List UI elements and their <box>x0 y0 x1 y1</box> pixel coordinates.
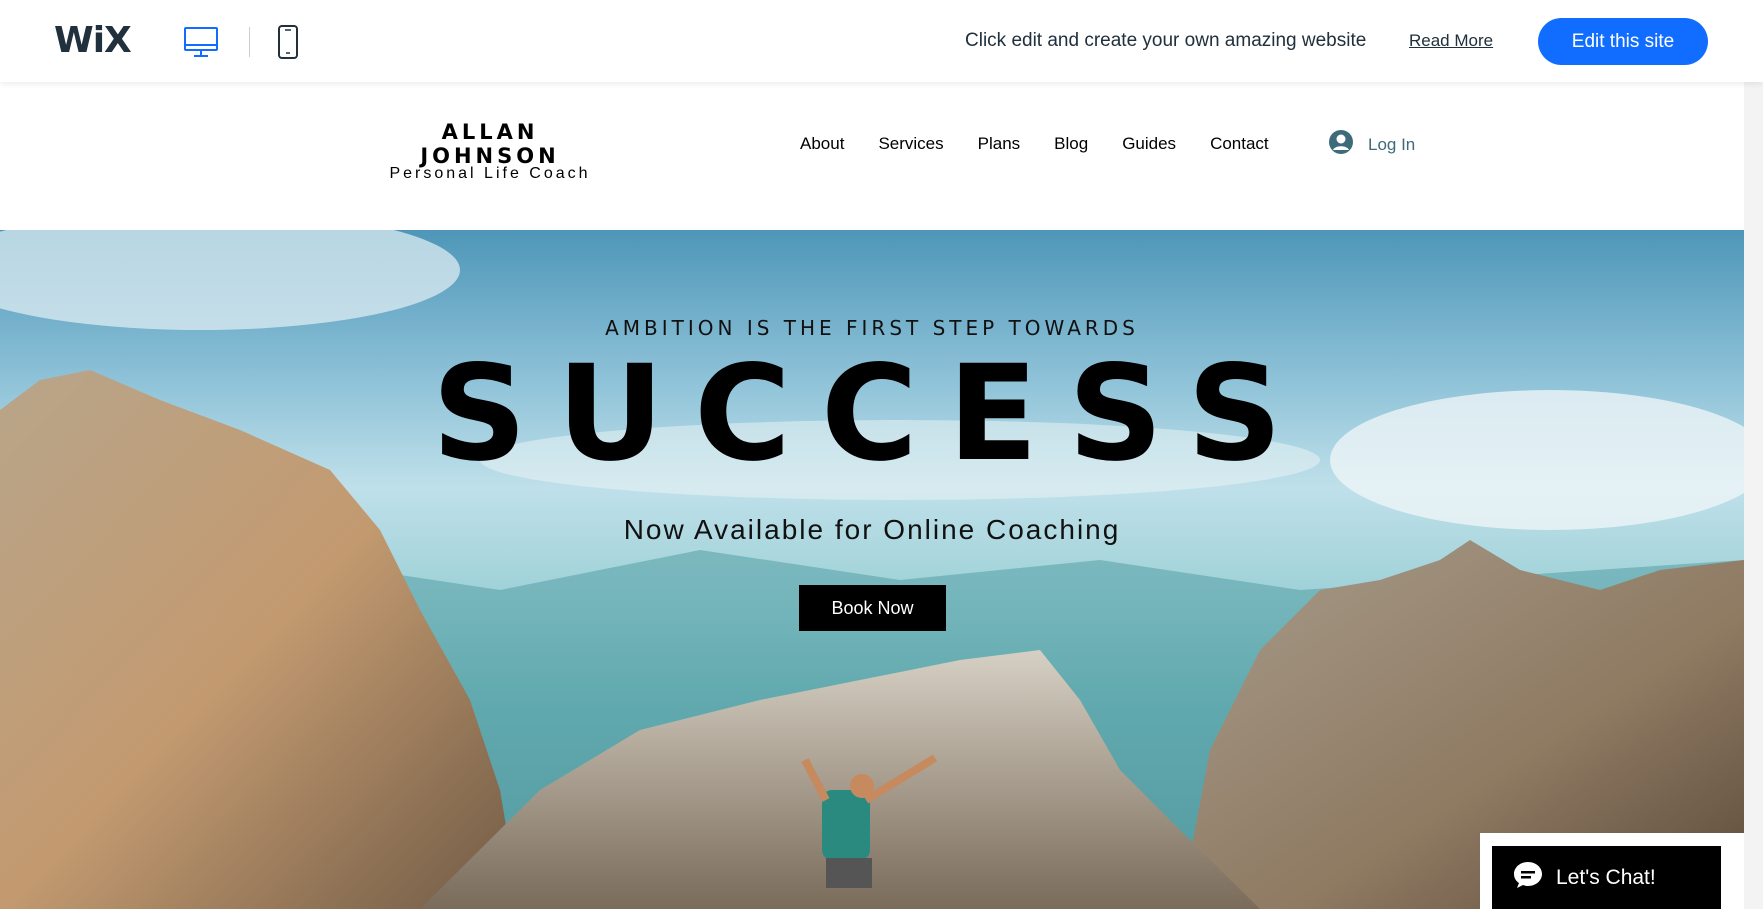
wix-top-bar: WiX Click edit and create your own amazi… <box>0 0 1763 82</box>
chat-label: Let's Chat! <box>1556 865 1656 889</box>
hero-title: SUCCESS <box>431 337 1313 491</box>
book-now-button[interactable]: Book Now <box>799 585 946 631</box>
hero-subtitle: Now Available for Online Coaching <box>623 514 1121 545</box>
nav-item-plans[interactable]: Plans <box>978 134 1021 154</box>
device-separator <box>249 27 250 57</box>
brand-name[interactable]: ALLAN JOHNSON <box>370 120 610 168</box>
promo-text: Click edit and create your own amazing w… <box>965 30 1367 51</box>
site-header: ALLAN JOHNSON Personal Life Coach About … <box>0 82 1744 230</box>
main-nav: About Services Plans Blog Guides Contact <box>800 134 1303 154</box>
nav-item-guides[interactable]: Guides <box>1122 134 1176 154</box>
nav-item-services[interactable]: Services <box>878 134 943 154</box>
edit-site-button[interactable]: Edit this site <box>1538 18 1708 65</box>
nav-item-contact[interactable]: Contact <box>1210 134 1269 154</box>
nav-item-about[interactable]: About <box>800 134 844 154</box>
chat-button[interactable]: Let's Chat! <box>1492 846 1721 909</box>
nav-item-blog[interactable]: Blog <box>1054 134 1088 154</box>
desktop-view-icon[interactable] <box>181 22 221 62</box>
wix-logo[interactable]: WiX <box>54 20 132 61</box>
hero-section: AMBITION IS THE FIRST STEP TOWARDS SUCCE… <box>0 230 1744 909</box>
login-button[interactable]: Log In <box>1328 129 1415 160</box>
chat-bubble-icon <box>1512 860 1544 896</box>
login-label: Log In <box>1368 134 1416 154</box>
page-scrollbar[interactable] <box>1744 82 1763 909</box>
read-more-link[interactable]: Read More <box>1409 31 1493 51</box>
user-avatar-icon <box>1328 129 1354 160</box>
mobile-view-icon[interactable] <box>268 22 308 62</box>
brand-subtitle: Personal Life Coach <box>389 165 591 182</box>
